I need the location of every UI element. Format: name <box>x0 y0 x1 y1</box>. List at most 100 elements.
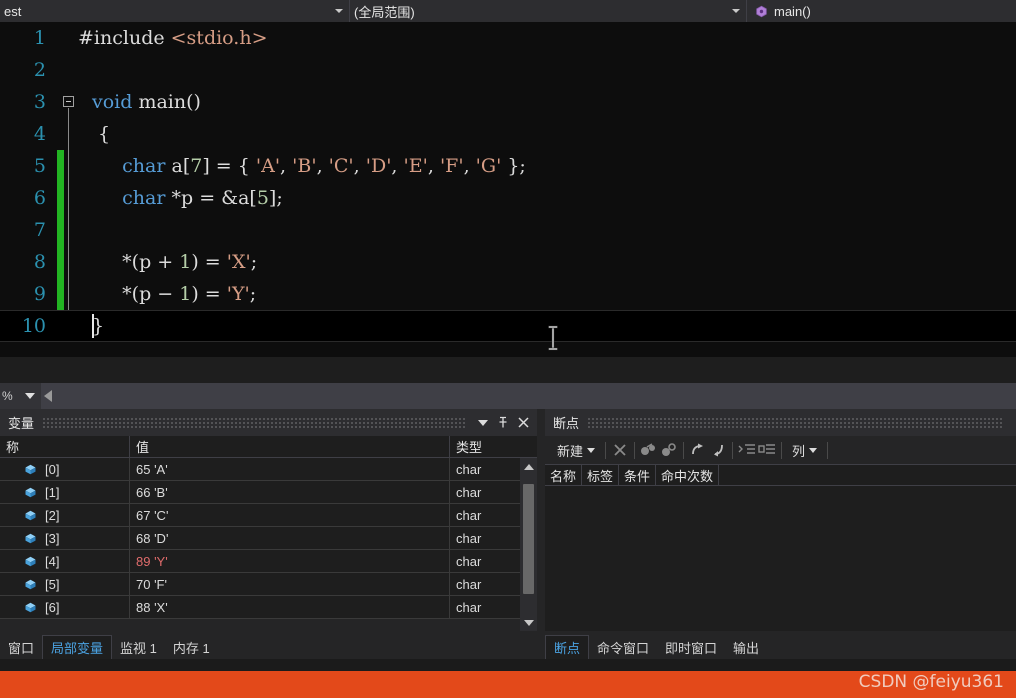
code-line[interactable]: 6 char *p = &a[5]; <box>0 182 1016 214</box>
variables-table: 称 值 类型 [0] 65 'A' char [1] 66 'B' char [… <box>0 436 537 631</box>
gutter-marker[interactable] <box>56 150 78 182</box>
panel-drag-handle[interactable] <box>587 417 1004 428</box>
column-header-name[interactable]: 称 <box>0 436 130 457</box>
panel-toolbar-strip <box>0 383 1016 409</box>
panel-splitter[interactable] <box>537 409 545 665</box>
column-header-type[interactable]: 类型 <box>450 436 518 457</box>
nav-back-icon[interactable] <box>44 390 52 402</box>
variable-value-cell[interactable]: 67 'C' <box>130 503 450 527</box>
tab-output[interactable]: 输出 <box>725 635 767 659</box>
table-row[interactable]: [1] 66 'B' char <box>0 480 537 504</box>
gutter-marker[interactable] <box>56 54 78 86</box>
code-line[interactable]: 2 <box>0 54 1016 86</box>
code-line[interactable]: 5 char a[7] = { 'A', 'B', 'C', 'D', 'E',… <box>0 150 1016 182</box>
code-line[interactable]: 1 #include <stdio.h> <box>0 22 1016 54</box>
code-line-text: { <box>98 123 111 145</box>
variables-table-header: 称 值 类型 <box>0 436 537 458</box>
code-area[interactable]: 1 #include <stdio.h> 2 3 void main() 4 { <box>0 22 1016 357</box>
variable-type-cell: char <box>450 596 518 619</box>
variable-value-cell[interactable]: 68 'D' <box>130 526 450 550</box>
column-header-hit-count[interactable]: 命中次数 <box>656 465 720 485</box>
code-line[interactable]: 7 <box>0 214 1016 246</box>
line-number: 1 <box>33 27 46 49</box>
variable-name-cell[interactable]: [2] <box>0 503 130 527</box>
variable-value-cell[interactable]: 89 'Y' <box>130 549 450 573</box>
variable-name-cell[interactable]: [4] <box>0 549 130 573</box>
column-header-label[interactable]: 标签 <box>582 465 620 485</box>
delete-x-icon[interactable] <box>610 441 630 459</box>
project-dropdown[interactable]: est <box>0 0 350 22</box>
column-header-value[interactable]: 值 <box>130 436 450 457</box>
code-line-text: *(p − 1) = 'Y'; <box>98 283 257 305</box>
gutter-marker[interactable] <box>56 22 78 54</box>
code-line[interactable]: 9 *(p − 1) = 'Y'; <box>0 278 1016 310</box>
tab-locals[interactable]: 局部变量 <box>42 635 113 659</box>
code-line[interactable]: 4 { <box>0 118 1016 150</box>
table-row[interactable]: [0] 65 'A' char <box>0 457 537 481</box>
table-row[interactable]: [4] 89 'Y' char <box>0 549 537 573</box>
gutter-marker[interactable] <box>56 118 78 150</box>
variable-value-cell[interactable]: 65 'A' <box>130 457 450 481</box>
toolbar-separator <box>732 441 734 459</box>
scroll-down-icon[interactable] <box>520 614 537 631</box>
disable-all-breakpoints-icon[interactable] <box>639 441 659 459</box>
new-breakpoint-button[interactable]: 新建 <box>551 438 601 462</box>
import-breakpoints-icon[interactable] <box>708 441 728 459</box>
gutter-marker[interactable] <box>56 86 78 118</box>
close-icon[interactable] <box>513 413 533 433</box>
scrollbar-thumb[interactable] <box>523 484 534 594</box>
gutter-marker[interactable] <box>56 278 78 310</box>
tab-memory-1[interactable]: 内存 1 <box>165 635 218 659</box>
table-row[interactable]: [3] 68 'D' char <box>0 526 537 550</box>
variable-name-cell[interactable]: [6] <box>0 595 130 619</box>
table-row[interactable]: [5] 70 'F' char <box>0 572 537 596</box>
tab-windows[interactable]: 窗口 <box>0 635 42 659</box>
variable-name-cell[interactable]: [5] <box>0 572 130 596</box>
gutter-marker[interactable] <box>56 246 78 278</box>
scope-dropdown[interactable]: (全局范围) <box>350 0 747 22</box>
pin-icon[interactable] <box>493 413 513 433</box>
zoom-level-dropdown[interactable]: % <box>0 383 41 409</box>
variable-icon <box>24 509 37 522</box>
tab-command-window[interactable]: 命令窗口 <box>589 635 657 659</box>
code-line[interactable]: 8 *(p + 1) = 'X'; <box>0 246 1016 278</box>
column-header-condition[interactable]: 条件 <box>619 465 657 485</box>
gutter-marker[interactable] <box>56 310 78 342</box>
variable-icon <box>24 486 37 499</box>
variable-value-cell[interactable]: 66 'B' <box>130 480 450 504</box>
expand-all-icon[interactable] <box>737 441 757 459</box>
variable-type-cell: char <box>450 458 518 481</box>
tab-watch-1[interactable]: 监视 1 <box>112 635 165 659</box>
gutter-marker[interactable] <box>56 214 78 246</box>
export-breakpoints-icon[interactable] <box>688 441 708 459</box>
tab-breakpoints[interactable]: 断点 <box>545 635 590 659</box>
scroll-up-icon[interactable] <box>520 458 537 475</box>
table-row[interactable]: [6] 88 'X' char <box>0 595 537 619</box>
code-line-current[interactable]: 10 } <box>0 310 1016 342</box>
watermark-text: CSDN @feiyu361 <box>858 672 1004 692</box>
variables-scrollbar[interactable] <box>520 458 537 631</box>
code-line-text: *(p + 1) = 'X'; <box>98 251 258 273</box>
variable-icon <box>24 463 37 476</box>
breakpoints-table-body[interactable] <box>545 486 1016 631</box>
variable-name-cell[interactable]: [1] <box>0 480 130 504</box>
variable-name-cell[interactable]: [0] <box>0 457 130 481</box>
collapse-all-icon[interactable] <box>757 441 777 459</box>
code-editor[interactable]: 1 #include <stdio.h> 2 3 void main() 4 { <box>0 22 1016 357</box>
right-panel-tabstrip: 断点 命令窗口 即时窗口 输出 <box>545 633 1016 659</box>
table-row[interactable]: [2] 67 'C' char <box>0 503 537 527</box>
tab-immediate-window[interactable]: 即时窗口 <box>657 635 725 659</box>
code-line[interactable]: 3 void main() <box>0 86 1016 118</box>
variable-name-cell[interactable]: [3] <box>0 526 130 550</box>
variable-value-cell[interactable]: 70 'F' <box>130 572 450 596</box>
column-header-name[interactable]: 名称 <box>545 465 583 485</box>
toggle-breakpoint-icon[interactable] <box>659 441 679 459</box>
gutter-marker[interactable] <box>56 182 78 214</box>
variables-panel: 变量 称 值 类型 [0] 65 'A' char [1] 66 'B' cha… <box>0 409 537 665</box>
columns-button[interactable]: 列 <box>786 438 823 462</box>
member-dropdown[interactable]: main() <box>747 0 1016 22</box>
panel-drag-handle[interactable] <box>42 417 465 428</box>
chevron-down-icon[interactable] <box>473 413 493 433</box>
variable-value: 70 'F' <box>136 576 167 592</box>
variable-value-cell[interactable]: 88 'X' <box>130 595 450 619</box>
